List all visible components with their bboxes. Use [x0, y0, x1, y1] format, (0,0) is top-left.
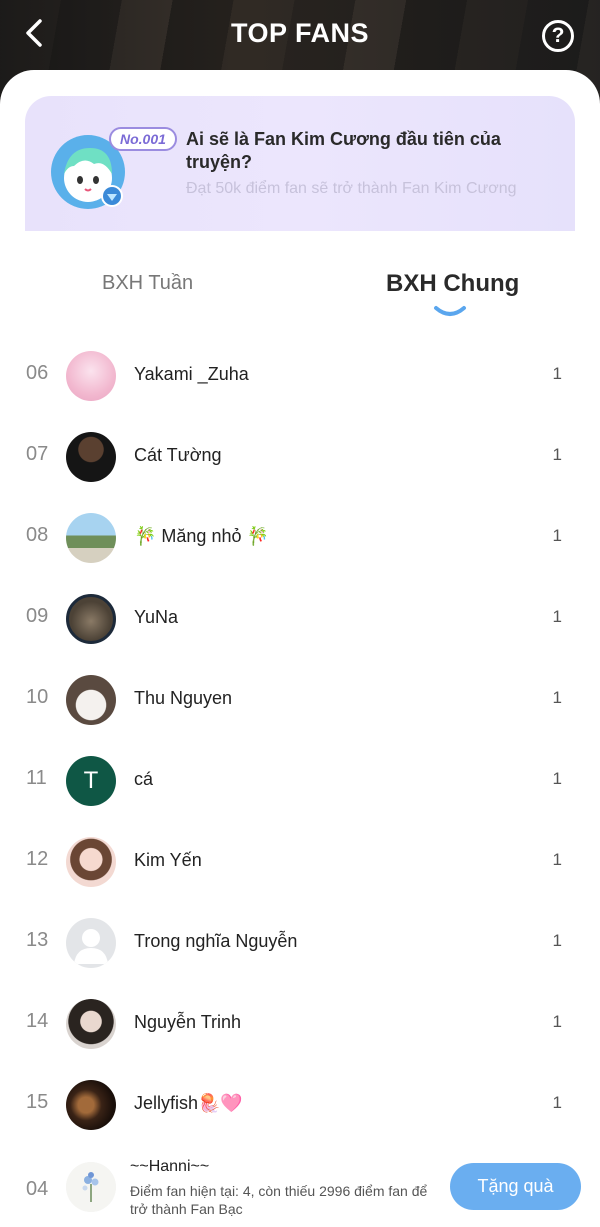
fan-score: 1: [552, 526, 562, 545]
avatar: [66, 837, 116, 887]
username: Kim Yến: [134, 850, 202, 870]
leaderboard-row[interactable]: 12 Kim Yến 1: [0, 823, 600, 904]
fan-score: 1: [552, 1012, 562, 1031]
banner-title: Ai sẽ là Fan Kim Cương đầu tiên của truy…: [186, 129, 501, 172]
leaderboard-row[interactable]: 06 Yakami _Zuha 1: [0, 337, 600, 418]
rank-number: 12: [26, 848, 49, 870]
rank-number: 08: [26, 524, 49, 546]
tab-weekly[interactable]: BXH Tuần: [102, 272, 193, 295]
fan-score: 1: [552, 1093, 562, 1112]
avatar: [66, 999, 116, 1049]
leaderboard-row[interactable]: 08 🎋 Măng nhỏ 🎋 1: [0, 499, 600, 580]
leaderboard-row[interactable]: 14 Nguyễn Trinh 1: [0, 985, 600, 1066]
my-rank-bar: 04 ~~Hanni~~ Điểm fan hiện tại: 4, còn t…: [0, 1150, 600, 1227]
gift-button[interactable]: Tặng quà: [450, 1163, 581, 1210]
tab-overall[interactable]: BXH Chung: [386, 270, 519, 298]
rank-number: 14: [26, 1010, 49, 1032]
fan-score: 1: [552, 364, 562, 383]
help-button[interactable]: ?: [542, 20, 574, 52]
fan-score: 1: [552, 445, 562, 464]
leaderboard-row[interactable]: 15 Jellyfish🪼🩷 1: [0, 1066, 600, 1147]
avatar: [66, 1080, 116, 1130]
avatar: [66, 594, 116, 644]
fan-score: 1: [552, 850, 562, 869]
page-title: TOP FANS: [230, 18, 370, 48]
avatar: [66, 432, 116, 482]
my-username: ~~Hanni~~: [130, 1158, 210, 1175]
tab-active-indicator: [434, 306, 466, 316]
leaderboard-row[interactable]: 09 YuNa 1: [0, 580, 600, 661]
avatar: T: [66, 756, 116, 806]
rank-number: 09: [26, 605, 49, 627]
fan-score: 1: [552, 931, 562, 950]
rank-number: 15: [26, 1091, 49, 1113]
fan-score: 1: [552, 769, 562, 788]
username: Trong nghĩa Nguyễn: [134, 931, 298, 951]
rank-number: 10: [26, 686, 49, 708]
question-icon: ?: [551, 24, 565, 47]
rank-number: 11: [26, 767, 47, 789]
leaderboard-row[interactable]: 10 Thu Nguyen 1: [0, 661, 600, 742]
username: 🎋 Măng nhỏ 🎋: [134, 526, 269, 546]
banner-subtitle: Đạt 50k điểm fan sẽ trở thành Fan Kim Cư…: [186, 180, 517, 197]
avatar: [66, 351, 116, 401]
username: Yakami _Zuha: [134, 364, 249, 384]
rank-number: 06: [26, 362, 49, 384]
fan-score: 1: [552, 607, 562, 626]
my-fan-progress: Điểm fan hiện tại: 4, còn thiếu 2996 điể…: [130, 1183, 428, 1217]
leaderboard-row[interactable]: 13 Trong nghĩa Nguyễn 1: [0, 904, 600, 985]
rank-number: 13: [26, 929, 49, 951]
rank-badge: No.001: [109, 127, 177, 151]
username: cá: [134, 769, 154, 789]
my-avatar: [66, 1162, 116, 1212]
leaderboard-row[interactable]: 07 Cát Tường 1: [0, 418, 600, 499]
my-rank-number: 04: [26, 1178, 49, 1200]
avatar: [66, 675, 116, 725]
username: Thu Nguyen: [134, 688, 233, 708]
leaderboard-row[interactable]: 11 T cá 1: [0, 742, 600, 823]
username: Nguyễn Trinh: [134, 1012, 242, 1032]
default-avatar-icon: [66, 918, 116, 968]
username: Cát Tường: [134, 445, 222, 465]
username: Jellyfish🪼🩷: [134, 1093, 243, 1113]
username: YuNa: [134, 607, 179, 627]
avatar: [66, 513, 116, 563]
rank-number: 07: [26, 443, 49, 465]
fan-score: 1: [552, 688, 562, 707]
flower-icon: [66, 1162, 116, 1212]
